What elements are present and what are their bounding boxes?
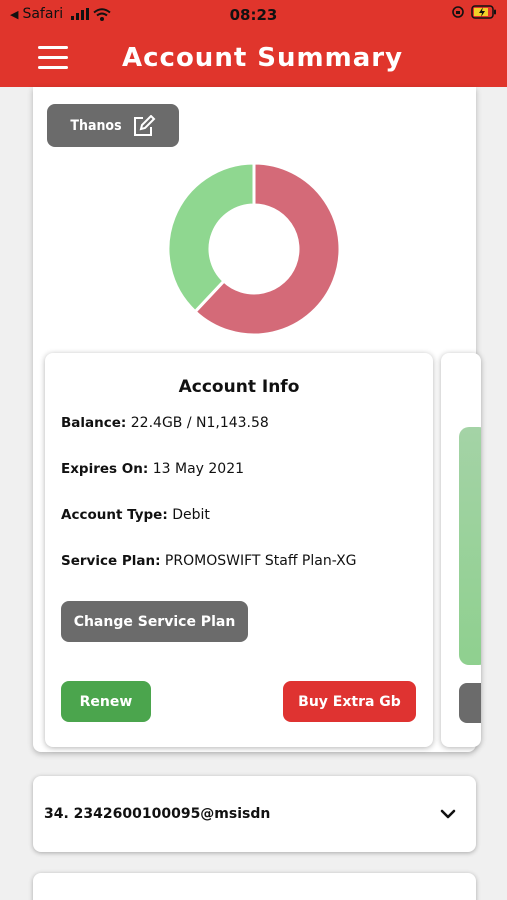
change-service-plan-button[interactable]: Change Service Plan xyxy=(61,601,248,642)
service-plan-value: PROMOSWIFT Staff Plan-XG xyxy=(164,553,357,569)
account-info-card: Account Info Balance: 22.4GB / N1,143.58… xyxy=(45,353,433,747)
expires-label: Expires On: xyxy=(61,461,149,477)
page-title: Account Summary xyxy=(122,43,404,73)
balance-donut-chart xyxy=(166,161,342,337)
balance-label: Balance: xyxy=(61,415,127,431)
renew-button[interactable]: Renew xyxy=(61,681,151,722)
expires-row: Expires On: 13 May 2021 xyxy=(61,461,244,477)
next-list-item[interactable] xyxy=(33,873,476,900)
next-card-peek[interactable] xyxy=(441,353,481,747)
account-info-title: Account Info xyxy=(178,377,300,397)
edit-icon xyxy=(133,114,156,136)
account-list-item[interactable]: 34. 2342600100095@msisdn xyxy=(33,776,476,852)
profile-name: Thanos xyxy=(70,117,122,134)
battery-charging-icon xyxy=(471,5,496,19)
chevron-down-icon xyxy=(440,809,456,819)
expires-value: 13 May 2021 xyxy=(152,461,245,477)
orientation-lock-icon xyxy=(452,6,464,18)
account-type-row: Account Type: Debit xyxy=(61,507,210,523)
balance-value: 22.4GB / N1,143.58 xyxy=(130,415,269,431)
status-right xyxy=(451,5,497,19)
account-msisdn: 34. 2342600100095@msisdn xyxy=(44,806,271,822)
buy-extra-gb-button[interactable]: Buy Extra Gb xyxy=(283,681,416,722)
donut-slice-1 xyxy=(166,161,256,314)
status-time: 08:23 xyxy=(229,6,278,24)
account-type-value: Debit xyxy=(172,507,210,523)
account-type-label: Account Type: xyxy=(61,507,168,523)
service-plan-label: Service Plan: xyxy=(61,553,161,569)
menu-icon[interactable] xyxy=(38,46,68,70)
peek-button xyxy=(459,683,481,723)
edit-name-button[interactable]: Thanos xyxy=(47,104,179,147)
service-plan-row: Service Plan: PROMOSWIFT Staff Plan-XG xyxy=(61,553,357,569)
top-app-bar: Account Summary xyxy=(0,30,507,87)
balance-row: Balance: 22.4GB / N1,143.58 xyxy=(61,415,269,431)
peek-chart-bar xyxy=(459,427,481,665)
status-bar: ◀ Safari 08:23 xyxy=(0,0,507,30)
